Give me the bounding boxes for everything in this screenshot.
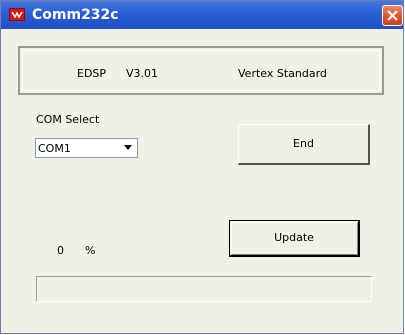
chevron-down-icon bbox=[124, 145, 132, 150]
com-select-label: COM Select bbox=[36, 113, 100, 126]
info-panel bbox=[18, 46, 384, 95]
update-button[interactable]: Update bbox=[229, 220, 360, 257]
close-icon bbox=[387, 10, 398, 21]
version-label: V3.01 bbox=[126, 67, 159, 80]
progress-percent-sign: % bbox=[85, 244, 96, 257]
vendor-name: Vertex Standard bbox=[238, 67, 327, 80]
end-button[interactable]: End bbox=[238, 124, 370, 165]
update-button-label: Update bbox=[274, 231, 314, 244]
title-bar[interactable]: Comm232c bbox=[1, 1, 403, 29]
product-name: EDSP bbox=[77, 67, 107, 80]
progress-bar bbox=[36, 276, 372, 302]
window-title: Comm232c bbox=[32, 7, 119, 23]
app-logo-icon bbox=[9, 8, 25, 21]
dropdown-arrow-button[interactable] bbox=[119, 139, 137, 157]
progress-percent-value: 0 bbox=[57, 244, 64, 257]
app-window: Comm232c EDSP V3.01 Vertex Standard COM … bbox=[0, 0, 404, 334]
com-select-value: COM1 bbox=[38, 142, 71, 155]
close-button[interactable] bbox=[382, 5, 403, 26]
com-select-dropdown[interactable]: COM1 bbox=[35, 138, 138, 158]
